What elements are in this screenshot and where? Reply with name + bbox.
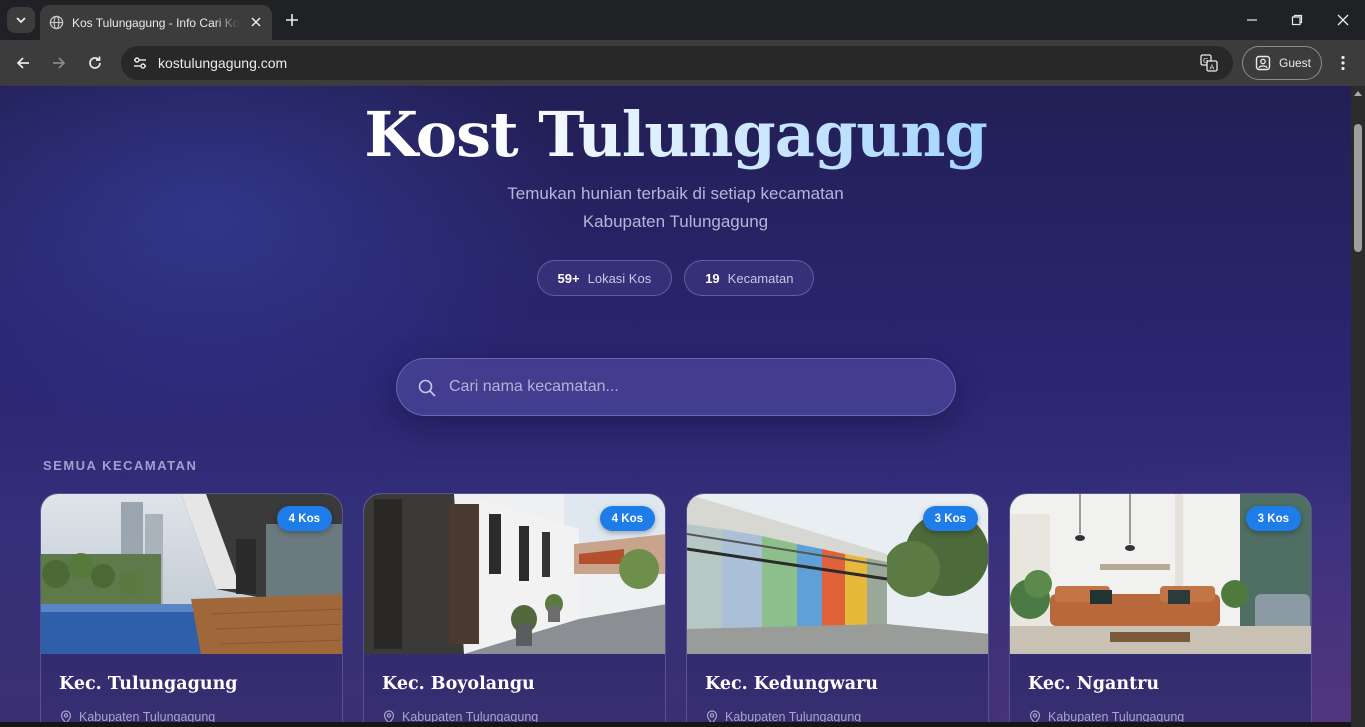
district-card-boyolangu[interactable]: 4 Kos Kec. Boyolangu Kabupaten Tulungagu… bbox=[363, 493, 666, 727]
scrollbar-thumb[interactable] bbox=[1354, 124, 1362, 252]
district-card-ngantru[interactable]: 3 Kos Kec. Ngantru Kabupaten Tulungagung bbox=[1009, 493, 1312, 727]
search-bar bbox=[396, 358, 956, 416]
district-card-list: 4 Kos Kec. Tulungagung Kabupaten Tulunga… bbox=[40, 493, 1312, 727]
tab-search-button[interactable] bbox=[7, 7, 35, 33]
district-card-kedungwaru[interactable]: 3 Kos Kec. Kedungwaru Kabupaten Tulungag… bbox=[686, 493, 989, 727]
back-button[interactable] bbox=[10, 50, 36, 76]
card-title: Kec. Kedungwaru bbox=[705, 674, 879, 694]
window-bottom-edge bbox=[0, 722, 1351, 727]
stat-value: 59+ bbox=[557, 270, 580, 286]
url-text: kostulungagung.com bbox=[158, 55, 288, 71]
stat-pill-districts: 19 Kecamatan bbox=[684, 260, 815, 296]
reload-button[interactable] bbox=[82, 50, 108, 76]
page-viewport: Kost Tulungagung Temukan hunian terbaik … bbox=[0, 86, 1351, 727]
close-icon[interactable] bbox=[248, 14, 264, 30]
restore-button[interactable] bbox=[1283, 6, 1311, 34]
person-icon bbox=[1255, 55, 1271, 71]
browser-toolbar: kostulungagung.com GA Guest bbox=[0, 40, 1365, 86]
site-settings-icon[interactable] bbox=[127, 50, 153, 76]
card-body: Kec. Ngantru Kabupaten Tulungagung bbox=[1010, 654, 1311, 727]
stat-label: Lokasi Kos bbox=[587, 270, 652, 286]
stats-row: 59+ Lokasi Kos 19 Kecamatan bbox=[0, 260, 1351, 296]
arrow-right-icon bbox=[53, 57, 66, 69]
search-input[interactable] bbox=[449, 359, 929, 415]
card-image: 4 Kos bbox=[41, 494, 342, 654]
plus-icon bbox=[286, 14, 298, 26]
forward-button[interactable] bbox=[46, 50, 72, 76]
new-tab-button[interactable] bbox=[281, 9, 303, 31]
tab-title: Kos Tulungagung - Info Cari Kos bbox=[72, 15, 240, 30]
chevron-down-icon bbox=[16, 17, 26, 24]
profile-label: Guest bbox=[1279, 56, 1312, 70]
restore-icon bbox=[1291, 14, 1303, 26]
close-icon bbox=[1337, 14, 1349, 26]
card-title: Kec. Ngantru bbox=[1028, 674, 1160, 694]
card-image: 3 Kos bbox=[687, 494, 988, 654]
hero-subtitle-line-1: Temukan hunian terbaik di setiap kecamat… bbox=[507, 184, 844, 203]
globe-icon bbox=[48, 15, 64, 31]
hero-subtitle: Temukan hunian terbaik di setiap kecamat… bbox=[0, 180, 1351, 236]
kos-count-badge: 4 Kos bbox=[599, 506, 655, 531]
kos-count-badge: 3 Kos bbox=[922, 506, 978, 531]
profile-button[interactable]: Guest bbox=[1242, 46, 1322, 80]
stat-pill-locations: 59+ Lokasi Kos bbox=[536, 260, 673, 296]
card-body: Kec. Boyolangu Kabupaten Tulungagung bbox=[364, 654, 665, 727]
card-title: Kec. Tulungagung bbox=[59, 674, 238, 694]
search-icon bbox=[418, 379, 436, 397]
page-scrollbar[interactable] bbox=[1351, 86, 1365, 727]
address-bar[interactable]: kostulungagung.com GA bbox=[121, 46, 1233, 80]
reload-icon bbox=[89, 56, 101, 69]
stat-value: 19 bbox=[705, 270, 720, 286]
minimize-icon bbox=[1247, 19, 1257, 21]
more-vert-icon bbox=[1341, 55, 1345, 71]
window-close-button[interactable] bbox=[1329, 6, 1357, 34]
svg-text:G: G bbox=[1203, 57, 1208, 65]
card-body: Kec. Kedungwaru Kabupaten Tulungagung bbox=[687, 654, 988, 727]
browser-menu-button[interactable] bbox=[1332, 50, 1354, 76]
district-card-tulungagung[interactable]: 4 Kos Kec. Tulungagung Kabupaten Tulunga… bbox=[40, 493, 343, 727]
card-title: Kec. Boyolangu bbox=[382, 674, 535, 694]
svg-text:A: A bbox=[1210, 64, 1215, 72]
minimize-button[interactable] bbox=[1238, 6, 1266, 34]
browser-tab-bar: Kos Tulungagung - Info Cari Kos bbox=[0, 0, 1365, 40]
stat-label: Kecamatan bbox=[727, 270, 794, 286]
kos-count-badge: 3 Kos bbox=[1245, 506, 1301, 531]
browser-tab[interactable]: Kos Tulungagung - Info Cari Kos bbox=[40, 5, 272, 40]
translate-icon[interactable]: GA bbox=[1199, 53, 1219, 73]
scroll-up-arrow-icon[interactable] bbox=[1354, 91, 1362, 96]
page-title: Kost Tulungagung bbox=[0, 98, 1351, 171]
card-image: 4 Kos bbox=[364, 494, 665, 654]
arrow-left-icon bbox=[16, 57, 29, 69]
kos-count-badge: 4 Kos bbox=[276, 506, 332, 531]
hero-subtitle-line-2: Kabupaten Tulungagung bbox=[582, 212, 769, 231]
card-body: Kec. Tulungagung Kabupaten Tulungagung bbox=[41, 654, 342, 727]
card-image: 3 Kos bbox=[1010, 494, 1311, 654]
section-heading: SEMUA KECAMATAN bbox=[43, 458, 198, 473]
